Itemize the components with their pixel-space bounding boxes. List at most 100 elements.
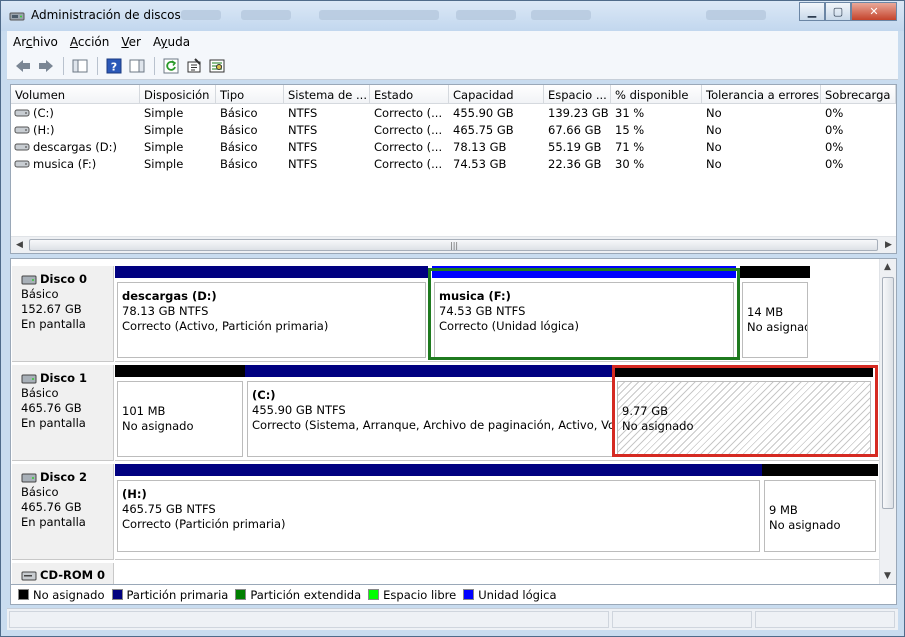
disk-2-label[interactable]: Disco 2 Básico 465.76 GB En pantalla — [12, 464, 114, 560]
disk-type: Básico — [21, 386, 59, 400]
disk-size: 152.67 GB — [21, 302, 82, 316]
column-header-fault-tolerance[interactable]: Tolerancia a errores — [702, 85, 821, 104]
toolbar-separator — [154, 57, 155, 75]
partition-status: No asignado — [769, 518, 841, 532]
volume-drive-icon — [14, 126, 30, 134]
disk-name: Disco 0 — [40, 272, 88, 286]
menu-ayuda[interactable]: Ayuda — [147, 35, 196, 49]
legend-extended-partition: Partición extendida — [235, 588, 361, 602]
partition-title: (H:) — [122, 487, 147, 501]
horizontal-scroll-thumb[interactable]: ||| — [29, 239, 878, 251]
cell-volume: (C:) — [14, 106, 54, 120]
scroll-down-icon[interactable]: ▼ — [884, 571, 891, 581]
partition-type-bar — [115, 464, 762, 476]
column-header-filesystem[interactable]: Sistema de ... — [284, 85, 370, 104]
menu-ver[interactable]: Ver — [115, 35, 147, 49]
properties-button[interactable] — [183, 56, 205, 76]
show-hide-action-pane-button[interactable] — [126, 56, 148, 76]
hard-disk-icon — [21, 473, 37, 482]
disk-1-label[interactable]: Disco 1 Básico 465.76 GB En pantalla — [12, 365, 114, 461]
volume-drive-icon — [14, 160, 30, 168]
cell-capacity: 78.13 GB — [453, 140, 507, 154]
column-header-volume[interactable]: Volumen — [11, 85, 140, 104]
cell-pct: 30 % — [615, 157, 645, 171]
column-header-layout[interactable]: Disposición — [140, 85, 216, 104]
menu-archivo[interactable]: Archivo — [7, 35, 64, 49]
cell-volume: (H:) — [14, 123, 55, 137]
cell-layout: Simple — [144, 157, 184, 171]
partition-status: No asignad — [747, 320, 808, 334]
back-arrow-icon — [16, 60, 30, 72]
column-header-free-space[interactable]: Espacio ... — [544, 85, 611, 104]
partition-size: 14 MB — [747, 305, 784, 319]
disk-state: En pantalla — [21, 515, 86, 529]
scroll-left-icon[interactable]: ◀ — [16, 240, 23, 250]
partition-c[interactable]: (C:) 455.90 GB NTFS Correcto (Sistema, A… — [245, 365, 615, 461]
disk-type: Básico — [21, 485, 59, 499]
column-header-type[interactable]: Tipo — [216, 85, 284, 104]
cell-pct: 71 % — [615, 140, 645, 154]
partition-size: 78.13 GB NTFS — [122, 304, 209, 318]
partition-unallocated-9mb[interactable]: 9 MB No asignado — [762, 464, 878, 556]
window-title: Administración de discos — [31, 8, 181, 22]
partition-unallocated-disk0[interactable]: 14 MB No asignad — [740, 266, 810, 362]
cdrom-0-label[interactable]: CD-ROM 0 — [12, 563, 114, 584]
volume-row[interactable]: descargas (D:) Simple Básico NTFS Correcto (… — [11, 139, 896, 156]
cell-type: Básico — [220, 140, 258, 154]
cell-fs: NTFS — [288, 106, 318, 120]
show-hide-console-tree-button[interactable] — [69, 56, 91, 76]
legend-swatch — [18, 589, 29, 600]
partition-type-bar — [115, 365, 245, 377]
toolbar-separator — [63, 57, 64, 75]
minimize-button[interactable]: ▁ — [799, 2, 825, 21]
partition-unallocated-101mb[interactable]: 101 MB No asignado — [115, 365, 245, 461]
partition-h[interactable]: (H:) 465.75 GB NTFS Correcto (Partición … — [115, 464, 762, 556]
partition-descargas-d[interactable]: descargas (D:) 78.13 GB NTFS Correcto (A… — [115, 266, 428, 362]
partition-status: Correcto (Activo, Partición primaria) — [122, 319, 329, 333]
minimize-icon: ▁ — [807, 5, 817, 18]
legend-primary-partition: Partición primaria — [111, 587, 229, 602]
help-button[interactable]: ? — [103, 56, 125, 76]
blurred-title-fragment — [456, 10, 516, 20]
legend-label: Partición primaria — [126, 587, 229, 602]
partition-type-bar — [740, 266, 810, 278]
scroll-right-icon[interactable]: ▶ — [885, 240, 892, 250]
settings-icon — [209, 59, 225, 73]
volume-list-horizontal-scrollbar[interactable]: ◀ ||| ▶ — [11, 236, 896, 253]
close-button[interactable]: ✕ — [851, 2, 897, 21]
menu-accion[interactable]: Acción — [64, 35, 115, 49]
cell-fault: No — [706, 140, 722, 154]
disk-1-partitions: 101 MB No asignado (C:) 455.90 GB NTFS C… — [115, 365, 881, 461]
vertical-scroll-thumb[interactable] — [882, 277, 894, 509]
cell-capacity: 74.53 GB — [453, 157, 507, 171]
volume-row[interactable]: musica (F:) Simple Básico NTFS Correcto (...… — [11, 156, 896, 173]
status-pane — [612, 611, 752, 628]
forward-button[interactable] — [35, 56, 57, 76]
cell-free: 22.36 GB — [548, 157, 602, 171]
volume-row[interactable]: (H:) Simple Básico NTFS Correcto (... 465.75 … — [11, 122, 896, 139]
partition-size: 9 MB — [769, 503, 798, 517]
maximize-button[interactable]: ▢ — [825, 2, 851, 21]
back-button[interactable] — [12, 56, 34, 76]
cell-overhead: 0% — [825, 106, 844, 120]
column-header-percent-free[interactable]: % disponible — [611, 85, 702, 104]
column-header-capacity[interactable]: Capacidad — [449, 85, 544, 104]
settings-button[interactable] — [206, 56, 228, 76]
disk-type: Básico — [21, 287, 59, 301]
scroll-up-icon[interactable]: ▲ — [884, 262, 891, 272]
cell-overhead: 0% — [825, 140, 844, 154]
toolbar-separator — [97, 57, 98, 75]
column-header-overhead[interactable]: Sobrecarga — [821, 85, 896, 104]
legend-label: Partición extendida — [250, 587, 362, 602]
column-header-status[interactable]: Estado — [370, 85, 449, 104]
action-pane-icon — [129, 59, 145, 73]
refresh-button[interactable] — [160, 56, 182, 76]
disk-name: Disco 1 — [40, 371, 88, 385]
disk-0-label[interactable]: Disco 0 Básico 152.67 GB En pantalla — [12, 266, 114, 362]
title-bar[interactable]: Administración de discos ▁ ▢ ✕ — [1, 1, 904, 31]
volume-row[interactable]: (C:) Simple Básico NTFS Correcto (... 455.90 … — [11, 105, 896, 122]
disk-pane-vertical-scrollbar[interactable]: ▲ ▼ — [879, 259, 896, 584]
volume-list-header: Volumen Disposición Tipo Sistema de ... … — [11, 85, 896, 104]
blurred-title-fragment — [181, 10, 221, 20]
partition-title: (C:) — [252, 388, 276, 402]
